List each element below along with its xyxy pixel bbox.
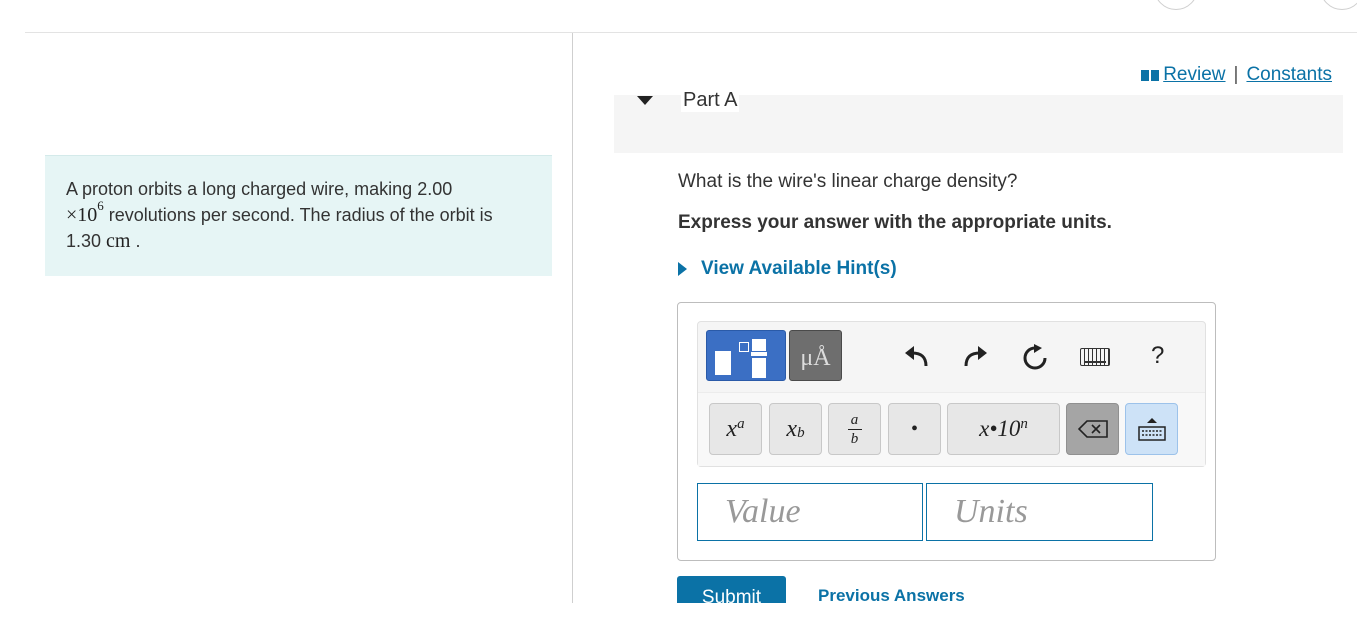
scientific-notation-key[interactable]: x•10 n bbox=[947, 403, 1060, 455]
view-hints-label: View Available Hint(s) bbox=[701, 258, 897, 279]
review-link[interactable]: Review bbox=[1163, 64, 1225, 86]
part-title[interactable]: Part A bbox=[681, 89, 740, 112]
view-hints-toggle[interactable]: View Available Hint(s) bbox=[678, 258, 897, 280]
value-input[interactable]: Value bbox=[697, 483, 923, 541]
constants-link[interactable]: Constants bbox=[1246, 64, 1332, 86]
top-control-circle-2[interactable] bbox=[1320, 0, 1357, 10]
column-divider bbox=[572, 33, 573, 603]
top-control-circle-1[interactable] bbox=[1154, 0, 1198, 10]
keyboard-toggle-key[interactable] bbox=[1125, 403, 1178, 455]
fraction-icon: a b bbox=[847, 412, 862, 446]
redo-icon[interactable] bbox=[960, 344, 990, 370]
dot-key[interactable]: • bbox=[888, 403, 941, 455]
superscript-key[interactable]: xa bbox=[709, 403, 762, 455]
reset-icon[interactable] bbox=[1020, 344, 1050, 370]
book-icon bbox=[1141, 69, 1160, 81]
problem-exponent: 6 bbox=[97, 198, 104, 214]
help-icon[interactable]: ? bbox=[1151, 342, 1164, 370]
keyboard-up-icon bbox=[1137, 418, 1166, 441]
undo-icon[interactable] bbox=[902, 344, 932, 370]
templates-button[interactable] bbox=[706, 330, 786, 381]
delete-key[interactable] bbox=[1066, 403, 1119, 455]
resource-links: Review | Constants bbox=[1141, 64, 1332, 86]
caret-right-icon bbox=[678, 262, 687, 276]
problem-statement: A proton orbits a long charged wire, mak… bbox=[45, 155, 552, 276]
units-button[interactable]: μÅ bbox=[789, 330, 842, 381]
subscript-key[interactable]: xb bbox=[769, 403, 822, 455]
problem-unit: cm bbox=[106, 230, 131, 252]
problem-text-1: A proton orbits a long charged wire, mak… bbox=[66, 179, 453, 199]
fraction-key[interactable]: a b bbox=[828, 403, 881, 455]
backspace-icon bbox=[1077, 420, 1108, 438]
viewport-bottom bbox=[0, 603, 1357, 633]
units-input[interactable]: Units bbox=[926, 483, 1153, 541]
top-divider bbox=[25, 32, 1357, 33]
answer-box: μÅ ? xa xb a b • x•10 n Value Units bbox=[677, 302, 1216, 561]
problem-text-end: . bbox=[130, 231, 141, 251]
math-toolbar: μÅ ? xa xb a b • x•10 n bbox=[697, 321, 1206, 467]
instruction-text: Express your answer with the appropriate… bbox=[678, 212, 1112, 233]
keyboard-icon[interactable] bbox=[1080, 348, 1110, 366]
collapse-caret-icon[interactable] bbox=[637, 96, 653, 105]
link-separator: | bbox=[1233, 64, 1239, 85]
problem-times: ×106 bbox=[66, 198, 104, 226]
question-text: What is the wire's linear charge density… bbox=[678, 171, 1018, 192]
